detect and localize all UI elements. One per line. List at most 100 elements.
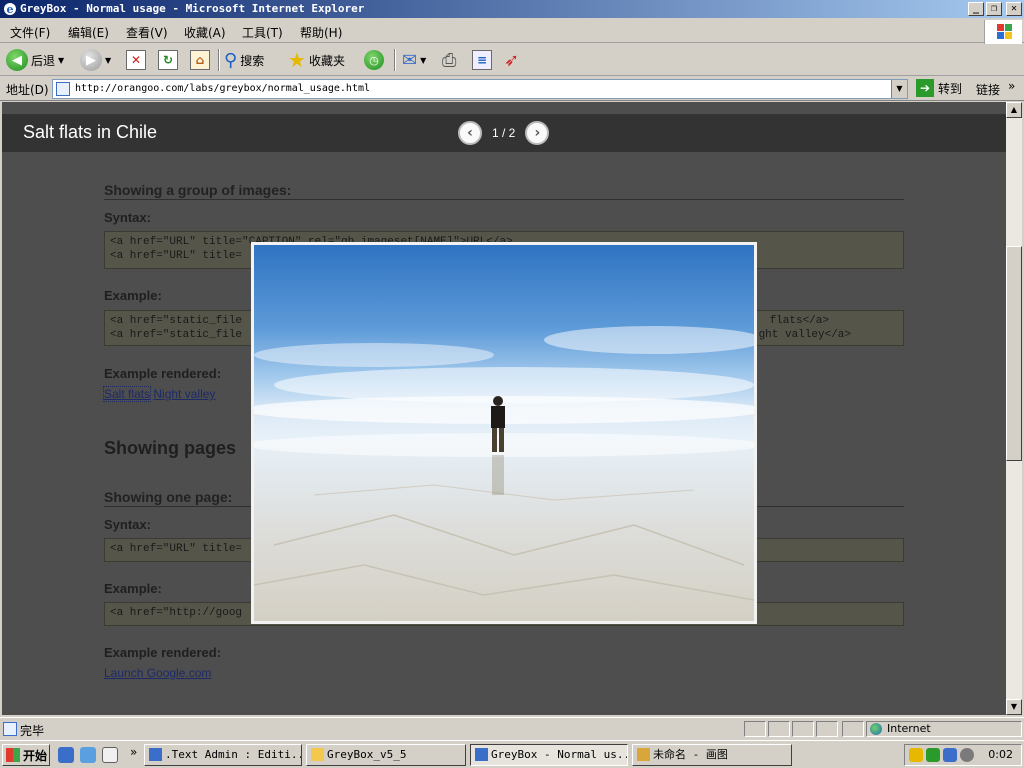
favorites-button[interactable]: ★ 收藏夹 xyxy=(288,48,345,72)
rendered2-label: Example rendered: xyxy=(104,645,222,660)
edit-icon[interactable]: ≡ xyxy=(472,50,492,70)
internet-explorer-icon: e xyxy=(4,3,16,16)
history-icon[interactable]: ◷ xyxy=(364,50,384,70)
address-url[interactable]: http://orangoo.com/labs/greybox/normal_u… xyxy=(75,83,370,94)
image-counter: 1 / 2 xyxy=(492,126,516,140)
zone-label: Internet xyxy=(887,722,931,735)
scroll-down-icon[interactable]: ▼ xyxy=(1006,699,1022,715)
status-panel xyxy=(816,721,838,737)
mail-button[interactable]: ✉ ▼ xyxy=(402,48,426,72)
back-label: 后退 xyxy=(31,53,56,68)
go-arrow-icon: ➔ xyxy=(916,79,934,97)
scroll-up-icon[interactable]: ▲ xyxy=(1006,102,1022,118)
toolbar-separator xyxy=(218,49,220,71)
quicklaunch-chevron-icon[interactable]: » xyxy=(130,745,137,759)
status-panel xyxy=(768,721,790,737)
links-button[interactable]: 链接 xyxy=(976,81,1000,98)
windows-flag-icon xyxy=(6,748,20,762)
standard-toolbar: ◀ 后退 ▼ ▶ ▼ ✕ ↻ ⌂ ⚲ 搜索 ★ 收藏夹 ◷ ✉ ▼ ⎙ ≡ ➶ xyxy=(0,44,1024,76)
start-label: 开始 xyxy=(23,748,48,763)
favorites-label: 收藏夹 xyxy=(308,53,345,68)
syntax-label: Syntax: xyxy=(104,210,151,225)
outlook-quicklaunch-icon[interactable] xyxy=(80,747,96,763)
window-title-bar[interactable]: e GreyBox - Normal usage - Microsoft Int… xyxy=(0,0,1024,18)
night-valley-link[interactable]: Night valley xyxy=(153,387,215,401)
home-icon[interactable]: ⌂ xyxy=(190,50,210,70)
tray-app-icon[interactable] xyxy=(909,748,923,762)
address-label: 地址(D) xyxy=(6,83,49,97)
address-bar: 地址(D) http://orangoo.com/labs/greybox/no… xyxy=(0,77,1024,101)
tray-app-icon[interactable] xyxy=(926,748,940,762)
messenger-icon[interactable]: ➶ xyxy=(504,50,519,71)
group-images-heading: Showing a group of images: xyxy=(104,182,904,200)
salt-flats-image[interactable] xyxy=(251,242,757,624)
ie-task-icon xyxy=(475,748,488,761)
status-panel xyxy=(792,721,814,737)
page-content: Salt flats in Chile ‹ 1 / 2 › Showing a … xyxy=(2,102,1006,715)
salt-flats-link[interactable]: Salt flats xyxy=(102,386,152,402)
ie-quicklaunch-icon[interactable] xyxy=(58,747,74,763)
page-icon xyxy=(56,82,70,96)
volume-icon[interactable] xyxy=(960,748,974,762)
salt-flats-photo xyxy=(254,326,754,601)
previous-image-button[interactable]: ‹ xyxy=(458,121,482,145)
menu-edit[interactable]: 编辑(E) xyxy=(68,24,109,41)
stop-icon[interactable]: ✕ xyxy=(126,50,146,70)
task-text-admin[interactable]: .Text Admin : Editi... xyxy=(144,744,302,766)
security-zone: Internet xyxy=(866,721,1022,737)
menu-tools[interactable]: 工具(T) xyxy=(242,24,283,41)
go-label: 转到 xyxy=(938,81,963,96)
forward-button[interactable]: ▶ ▼ xyxy=(80,48,111,72)
address-dropdown-icon[interactable]: ▼ xyxy=(891,80,907,98)
svg-text:e: e xyxy=(7,3,14,16)
clock[interactable]: 0:02 xyxy=(988,748,1013,761)
menu-help[interactable]: 帮助(H) xyxy=(300,24,342,41)
next-image-button[interactable]: › xyxy=(525,121,550,145)
task-paint[interactable]: 未命名 - 画图 xyxy=(632,744,792,766)
go-button[interactable]: ➔ 转到 xyxy=(916,79,962,97)
status-bar: 完毕 Internet xyxy=(0,717,1024,739)
forward-arrow-icon: ▶ xyxy=(80,49,102,71)
back-dropdown-icon[interactable]: ▼ xyxy=(58,56,64,65)
greybox-caption: Salt flats in Chile xyxy=(23,122,158,142)
search-label: 搜索 xyxy=(240,53,265,68)
page-done-icon xyxy=(3,722,17,736)
status-panel xyxy=(842,721,864,737)
scroll-thumb[interactable] xyxy=(1006,246,1022,461)
search-button[interactable]: ⚲ 搜索 xyxy=(224,48,264,72)
toolbar-separator xyxy=(394,49,396,71)
window-title: GreyBox - Normal usage - Microsoft Inter… xyxy=(20,2,365,15)
paint-icon xyxy=(637,748,650,761)
status-text: 完毕 xyxy=(20,724,45,738)
search-icon: ⚲ xyxy=(224,49,238,71)
minimize-button[interactable]: _ xyxy=(968,2,984,16)
taskbar: 开始 » .Text Admin : Editi... GreyBox_v5_5… xyxy=(0,740,1024,768)
close-button[interactable]: ✕ xyxy=(1006,2,1022,16)
launch-google-link[interactable]: Launch Google.com xyxy=(104,666,211,680)
start-button[interactable]: 开始 xyxy=(2,744,50,766)
mail-dropdown-icon[interactable]: ▼ xyxy=(420,56,426,65)
mail-icon: ✉ xyxy=(402,49,418,71)
print-icon[interactable]: ⎙ xyxy=(442,50,456,71)
desktop-quicklaunch-icon[interactable] xyxy=(102,747,118,763)
folder-icon xyxy=(311,748,324,761)
vertical-scrollbar[interactable]: ▲ ▼ xyxy=(1006,102,1022,715)
chevron-right-icon[interactable]: » xyxy=(1008,79,1015,93)
star-icon: ★ xyxy=(288,48,306,72)
menu-bar: 文件(F) 编辑(E) 查看(V) 收藏(A) 工具(T) 帮助(H) xyxy=(0,19,1024,43)
menu-favorites[interactable]: 收藏(A) xyxy=(184,24,226,41)
greybox-header: Salt flats in Chile ‹ 1 / 2 › xyxy=(2,114,1006,152)
globe-icon xyxy=(870,723,882,735)
network-icon[interactable] xyxy=(943,748,957,762)
refresh-icon[interactable]: ↻ xyxy=(158,50,178,70)
menu-file[interactable]: 文件(F) xyxy=(10,24,50,41)
address-input[interactable]: http://orangoo.com/labs/greybox/normal_u… xyxy=(52,79,908,99)
task-greybox-normal[interactable]: GreyBox - Normal us... xyxy=(470,744,628,766)
menu-view[interactable]: 查看(V) xyxy=(126,24,168,41)
forward-dropdown-icon[interactable]: ▼ xyxy=(105,56,111,65)
maximize-button[interactable]: ❐ xyxy=(986,2,1002,16)
windows-logo-icon xyxy=(984,20,1022,44)
back-button[interactable]: ◀ 后退 ▼ xyxy=(6,48,64,72)
task-greybox-folder[interactable]: GreyBox_v5_5 xyxy=(306,744,466,766)
status-panel xyxy=(744,721,766,737)
